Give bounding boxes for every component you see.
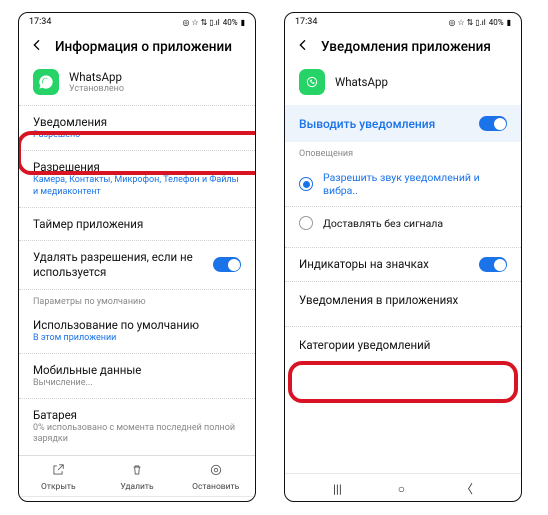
in-app-row[interactable]: Уведомления в приложениях bbox=[285, 281, 521, 318]
phone-right: 17:34 ◎ ☆ ⇅ ▯.ıl 40% ▮ Уведомления прило… bbox=[284, 12, 522, 502]
header: Уведомления приложения bbox=[285, 29, 521, 63]
back-icon[interactable] bbox=[295, 37, 311, 57]
remove-perms-row[interactable]: Удалять разрешения, если не используется bbox=[19, 240, 255, 289]
status-time: 17:34 bbox=[295, 17, 317, 27]
open-button[interactable]: Открыть bbox=[19, 456, 98, 496]
status-right: ◎ ☆ ⇅ ▯.ıl 40% ▮ bbox=[182, 18, 245, 27]
status-battery: 40% bbox=[223, 18, 238, 27]
show-notifications-label: Выводить уведомления bbox=[299, 117, 435, 131]
default-use-label: Использование по умолчанию bbox=[33, 318, 241, 332]
app-row: WhatsApp bbox=[285, 63, 521, 105]
phone-left: 17:34 ◎ ☆ ⇅ ▯.ıl 40% ▮ Информация о прил… bbox=[18, 12, 256, 502]
app-names: WhatsApp bbox=[335, 75, 388, 89]
app-timer-row[interactable]: Таймер приложения bbox=[19, 207, 255, 240]
uninstall-button[interactable]: Удалить bbox=[98, 456, 177, 496]
nav-back-icon[interactable]: 〈 bbox=[461, 480, 473, 497]
notifications-label: Уведомления bbox=[33, 115, 241, 129]
open-label: Открыть bbox=[19, 482, 98, 492]
header: Информация о приложении bbox=[19, 29, 255, 63]
alerts-category: Оповещения bbox=[285, 142, 521, 162]
uninstall-label: Удалить bbox=[98, 482, 177, 492]
statusbar: 17:34 ◎ ☆ ⇅ ▯.ıl 40% ▮ bbox=[19, 13, 255, 29]
app-names: WhatsApp Установлено bbox=[69, 70, 124, 94]
stop-button[interactable]: Остановить bbox=[176, 456, 255, 496]
show-notifications-row[interactable]: Выводить уведомления bbox=[285, 105, 521, 142]
badge-row[interactable]: Индикаторы на значках bbox=[285, 247, 521, 281]
page-title: Уведомления приложения bbox=[321, 39, 491, 55]
app-name: WhatsApp bbox=[69, 70, 124, 84]
app-timer-label: Таймер приложения bbox=[33, 217, 241, 231]
page-title: Информация о приложении bbox=[55, 39, 232, 55]
permissions-row[interactable]: Разрешения Камера, Контакты, Микрофон, Т… bbox=[19, 150, 255, 207]
notifications-sub: Разрешено bbox=[33, 130, 241, 141]
back-icon[interactable] bbox=[29, 37, 45, 57]
radio-selected-icon[interactable] bbox=[299, 177, 313, 191]
permissions-sub: Камера, Контакты, Микрофон, Телефон и Фа… bbox=[33, 175, 241, 198]
status-battery: 40% bbox=[489, 18, 504, 27]
permissions-label: Разрешения bbox=[33, 160, 241, 174]
app-name: WhatsApp bbox=[335, 75, 388, 89]
statusbar: 17:34 ◎ ☆ ⇅ ▯.ıl 40% ▮ bbox=[285, 13, 521, 29]
app-status: Установлено bbox=[69, 84, 124, 94]
nav-home-icon[interactable]: ○ bbox=[398, 482, 405, 496]
badge-toggle[interactable] bbox=[479, 257, 507, 272]
remove-perms-toggle[interactable] bbox=[213, 257, 241, 272]
battery-label: Батарея bbox=[33, 408, 241, 422]
battery-icon: ▮ bbox=[507, 18, 511, 27]
show-notifications-toggle[interactable] bbox=[479, 116, 507, 131]
mobile-data-row[interactable]: Мобильные данные Вычисление... bbox=[19, 353, 255, 398]
battery-row[interactable]: Батарея 0% использовано с момента послед… bbox=[19, 398, 255, 455]
status-right: ◎ ☆ ⇅ ▯.ıl 40% ▮ bbox=[448, 18, 511, 27]
status-icons: ◎ ☆ ⇅ ▯.ıl bbox=[448, 18, 485, 27]
radio-silent-row[interactable]: Доставлять без сигнала bbox=[285, 206, 521, 239]
whatsapp-icon bbox=[33, 69, 59, 95]
radio-silent-label: Доставлять без сигнала bbox=[323, 217, 443, 230]
remove-perms-label: Удалять разрешения, если не используется bbox=[33, 250, 213, 280]
stop-label: Остановить bbox=[176, 482, 255, 492]
whatsapp-icon bbox=[299, 69, 325, 95]
default-use-sub: В этом приложении bbox=[33, 333, 241, 344]
radio-sound-label: Разрешить звук уведомлений и вибра.. bbox=[323, 171, 507, 197]
navbar: ||| ○ 〈 bbox=[19, 496, 255, 502]
status-time: 17:34 bbox=[29, 17, 51, 27]
default-use-row[interactable]: Использование по умолчанию В этом прилож… bbox=[19, 309, 255, 353]
bottom-actions: Открыть Удалить Остановить bbox=[19, 455, 255, 496]
nav-recents-icon[interactable]: ||| bbox=[333, 482, 342, 496]
radio-sound-row[interactable]: Разрешить звук уведомлений и вибра.. bbox=[285, 162, 521, 206]
status-icons: ◎ ☆ ⇅ ▯.ıl bbox=[182, 18, 219, 27]
badge-label: Индикаторы на значках bbox=[299, 257, 479, 272]
categories-row[interactable]: Категории уведомлений bbox=[285, 326, 521, 363]
highlight-categories bbox=[288, 361, 518, 403]
notifications-row[interactable]: Уведомления Разрешено bbox=[19, 105, 255, 150]
radio-unselected-icon[interactable] bbox=[299, 216, 313, 230]
mobile-data-label: Мобильные данные bbox=[33, 363, 241, 377]
app-row: WhatsApp Установлено bbox=[19, 63, 255, 105]
navbar: ||| ○ 〈 bbox=[285, 473, 521, 501]
mobile-data-sub: Вычисление... bbox=[33, 378, 241, 389]
defaults-category: Параметры по умолчанию bbox=[19, 289, 255, 309]
battery-icon: ▮ bbox=[241, 18, 245, 27]
battery-sub: 0% использовано с момента последней полн… bbox=[33, 423, 241, 446]
